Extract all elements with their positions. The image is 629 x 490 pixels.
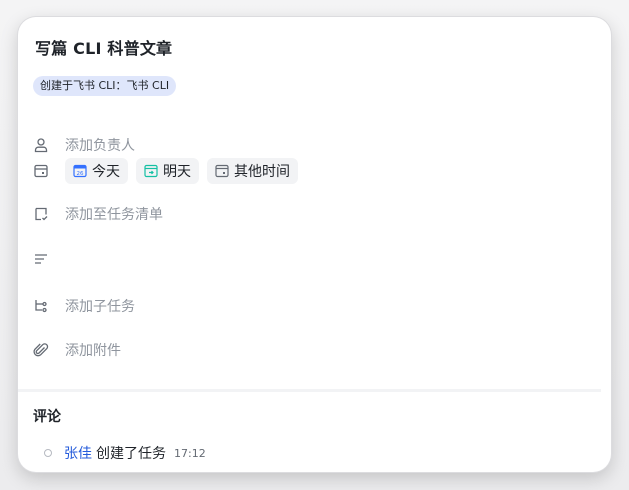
svg-text:26: 26 [77, 171, 84, 177]
section-divider [18, 389, 601, 392]
activity-action: 创建了任务 [96, 446, 166, 462]
calendar-tomorrow-icon [144, 164, 158, 178]
due-tomorrow-label: 明天 [163, 164, 191, 180]
attachment-row[interactable]: 添加附件 [33, 337, 121, 363]
calendar-icon [33, 163, 49, 179]
timeline-dot [44, 449, 52, 457]
due-other-label: 其他时间 [234, 164, 290, 180]
due-other-button[interactable]: 其他时间 [207, 158, 298, 184]
tasklist-row[interactable]: 添加至任务清单 [33, 201, 163, 227]
due-date-row: 26 今天 明天 其他时间 [33, 158, 306, 184]
subtask-row[interactable]: 添加子任务 [33, 293, 135, 319]
calendar-other-icon [215, 164, 229, 178]
due-today-label: 今天 [92, 164, 120, 180]
calendar-today-icon: 26 [73, 164, 87, 178]
paperclip-icon [33, 342, 49, 358]
activity-time: 17:12 [174, 446, 206, 460]
activity-item: 张佳 创建了任务 17:12 [44, 443, 206, 463]
task-detail-card: 写篇 CLI 科普文章 创建于飞书 CLI：飞书 CLI 添加负责人 26 今天… [18, 17, 611, 472]
due-today-button[interactable]: 26 今天 [65, 158, 128, 184]
person-icon [33, 137, 49, 153]
tasklist-icon [33, 206, 49, 222]
comments-title: 评论 [33, 409, 61, 425]
assignee-row[interactable]: 添加负责人 [33, 132, 135, 158]
attachment-placeholder: 添加附件 [65, 343, 121, 359]
source-tag: 创建于飞书 CLI：飞书 CLI [33, 76, 177, 96]
due-tomorrow-button[interactable]: 明天 [136, 158, 199, 184]
subtask-icon [33, 298, 49, 314]
description-icon [33, 251, 49, 267]
assignee-placeholder: 添加负责人 [65, 138, 135, 154]
tasklist-placeholder: 添加至任务清单 [65, 207, 163, 223]
task-title[interactable]: 写篇 CLI 科普文章 [35, 35, 172, 59]
activity-user[interactable]: 张佳 [64, 443, 92, 463]
subtask-placeholder: 添加子任务 [65, 299, 135, 315]
description-row[interactable] [33, 246, 65, 272]
